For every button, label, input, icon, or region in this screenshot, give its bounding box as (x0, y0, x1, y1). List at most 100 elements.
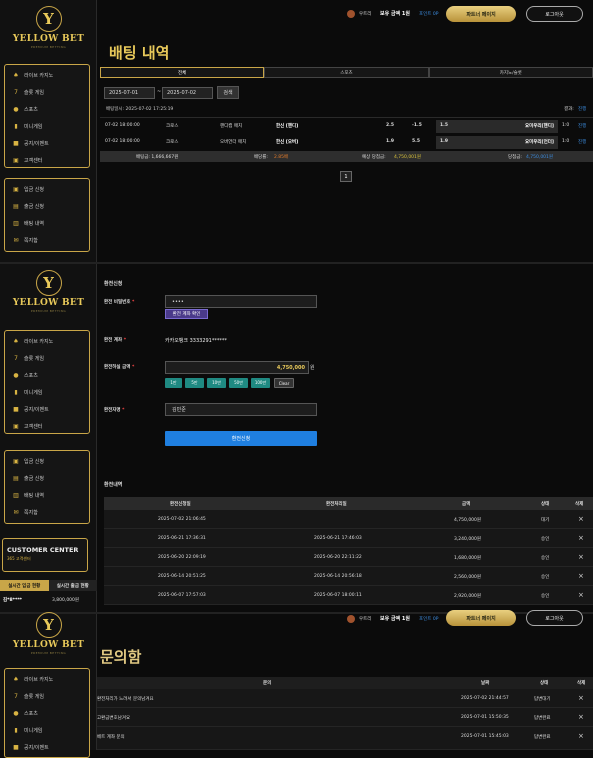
live-withdraw-tab[interactable]: 실시간 출금 현황 (48, 580, 97, 591)
chip-50k[interactable]: 5만 (185, 378, 204, 388)
menu-item-sports[interactable]: ● 스포츠 (5, 367, 89, 384)
ball-icon: ● (13, 106, 19, 113)
logo[interactable]: Y YELLOW BET PREMIUM BETTING (0, 6, 97, 49)
page-title-betting: 배팅 내역 (109, 44, 170, 62)
points[interactable]: 포인트 0P (419, 11, 438, 17)
gift-icon: ■ (13, 140, 19, 147)
account-menu-2: ▣ 입금 신청 ▤ 출금 신청 ▥ 배팅 내역 ✉ 쪽지함 (4, 450, 90, 524)
customer-center-banner[interactable]: CUSTOMER CENTER 365 고객센터 (2, 538, 88, 572)
table-row: 2025-06-07 17:57:03 2025-06-07 18:00:11 … (104, 586, 593, 605)
list-icon: ▥ (13, 220, 19, 227)
search-button[interactable]: 검색 (217, 86, 239, 99)
check-account-button[interactable]: 환전 계좌 확인 (165, 309, 208, 319)
submit-withdraw-button[interactable]: 환전신청 (165, 431, 317, 446)
live-deposit-tab[interactable]: 실시간 입금 현황 (0, 580, 49, 591)
date-to-input[interactable]: 2025-07-02 (162, 87, 213, 99)
logo-tagline: PREMIUM BETTING (30, 651, 67, 655)
spade-icon: ♠ (13, 72, 19, 79)
menu-item-messages[interactable]: ✉ 쪽지함 (5, 504, 89, 521)
name-label: 환전자명 * (104, 408, 125, 413)
menu-item-deposit[interactable]: ▣ 입금 신청 (5, 181, 89, 198)
menu-item-minigame[interactable]: ▮ 미니게임 (5, 384, 89, 401)
partner-page-button[interactable]: 파트너 페이지 (446, 610, 516, 626)
menu-item-live-casino[interactable]: ♠ 라이브 카지노 (5, 671, 89, 688)
chip-100k[interactable]: 10만 (207, 378, 226, 388)
menu-item-minigame[interactable]: ▮ 미니게임 (5, 118, 89, 135)
menu-item-withdraw[interactable]: ▤ 출금 신청 (5, 470, 89, 487)
amount-unit: 원 (310, 365, 315, 371)
logo[interactable]: Y YELLOW BET PREMIUM BETTING (0, 270, 97, 313)
chart-icon: ▮ (14, 727, 18, 734)
top-bar-1: 우트리 보유 금액 1원 포인트 0P 파트너 페이지 로그아웃 (97, 0, 593, 28)
result-label: 결과: (564, 107, 574, 112)
pagination-page-1[interactable]: 1 (340, 171, 352, 182)
logout-button[interactable]: 로그아웃 (526, 6, 583, 22)
menu-item-live-casino[interactable]: ♠ 라이브 카지노 (5, 333, 89, 350)
bet-time: 배팅일시: 2025-07-02 17:25:19 (106, 107, 174, 112)
menu-item-minigame[interactable]: ▮ 미니게임 (5, 722, 89, 739)
account-menu-1: ▣ 입금 신청 ▤ 출금 신청 ▥ 배팅 내역 ✉ 쪽지함 (4, 178, 90, 252)
tab-all[interactable]: 전체 (100, 67, 265, 78)
menu-item-sports[interactable]: ● 스포츠 (5, 705, 89, 722)
points[interactable]: 포인트 0P (419, 616, 438, 622)
table-row[interactable]: 고환금변호남겨요 2025-07-01 15:50:35 답변완료 × (97, 708, 593, 727)
menu-item-bet-history[interactable]: ▥ 배팅 내역 (5, 215, 89, 232)
menu-item-support[interactable]: ▣ 고객센터 (5, 152, 89, 169)
delete-icon[interactable]: × (578, 515, 584, 523)
partner-page-button[interactable]: 파트너 페이지 (446, 6, 516, 22)
tab-casino-slot[interactable]: 카지노/슬롯 (428, 67, 593, 78)
date-from-input[interactable]: 2025-07-01 (104, 87, 155, 99)
spade-icon: ♠ (13, 338, 19, 345)
cash-icon: ▤ (13, 203, 19, 210)
main-menu-1: ♠ 라이브 카지노 7 슬롯 게임 ● 스포츠 ▮ 미니게임 ■ 공지/이벤트 ▣ 고객센터 (4, 64, 90, 168)
top-bar-3: 우트리 보유 금액 1원 포인트 0P 파트너 페이지 로그아웃 (97, 610, 593, 628)
account-label: 환전 계좌 * (104, 338, 127, 343)
menu-item-support[interactable]: ▣ 고객센터 (5, 418, 89, 435)
menu-item-bet-history[interactable]: ▥ 배팅 내역 (5, 487, 89, 504)
menu-item-notice[interactable]: ■ 공지/이벤트 (5, 135, 89, 152)
seven-icon: 7 (14, 89, 18, 96)
wallet-icon: ▣ (13, 186, 19, 193)
logo-emblem: Y (35, 612, 62, 638)
expected-value: 4,750,001원 (394, 155, 422, 160)
delete-icon[interactable]: × (578, 572, 584, 580)
menu-item-notice[interactable]: ■ 공지/이벤트 (5, 401, 89, 418)
chip-1m[interactable]: 100만 (251, 378, 270, 388)
menu-item-withdraw[interactable]: ▤ 출금 신청 (5, 198, 89, 215)
chip-clear[interactable]: Clear (274, 378, 294, 388)
delete-icon[interactable]: × (578, 713, 584, 721)
delete-icon[interactable]: × (578, 534, 584, 542)
menu-item-messages[interactable]: ✉ 쪽지함 (5, 232, 89, 249)
delete-icon[interactable]: × (578, 591, 584, 599)
table-row[interactable]: 베트 계좌 문의 2025-07-01 15:45:03 답변완료 × (97, 727, 593, 750)
password-input[interactable]: •••• (165, 295, 317, 308)
menu-item-notice[interactable]: ■ 공지/이벤트 (5, 739, 89, 756)
chip-10k[interactable]: 1만 (165, 378, 182, 388)
chip-500k[interactable]: 50만 (229, 378, 248, 388)
delete-icon[interactable]: × (578, 732, 584, 740)
table-row: 2025-06-14 20:51:25 2025-06-14 20:56:18 … (104, 567, 593, 586)
logo[interactable]: Y YELLOW BET PREMIUM BETTING (0, 612, 97, 655)
delete-icon[interactable]: × (578, 694, 584, 702)
logout-button[interactable]: 로그아웃 (526, 610, 583, 626)
wallet-icon: ▣ (13, 458, 19, 465)
win-value: 4,750,001원 (526, 155, 554, 160)
bet-tabs: 전체 스포츠 카지노/슬롯 (100, 67, 593, 78)
menu-item-slot[interactable]: 7 슬롯 게임 (5, 84, 89, 101)
menu-item-sports[interactable]: ● 스포츠 (5, 101, 89, 118)
live-row-name: 김*8**** (3, 598, 23, 603)
balance: 보유 금액 1원 (380, 11, 410, 17)
menu-item-slot[interactable]: 7 슬롯 게임 (5, 350, 89, 367)
menu-item-slot[interactable]: 7 슬롯 게임 (5, 688, 89, 705)
amount-input[interactable]: 4,750,000 (165, 361, 309, 374)
menu-item-deposit[interactable]: ▣ 입금 신청 (5, 453, 89, 470)
menu-item-live-casino[interactable]: ♠ 라이브 카지노 (5, 67, 89, 84)
page-title-inquiry: 문의함 (100, 648, 142, 666)
table-row[interactable]: 환전처리가 느려서 문의남겨요 2025-07-02 21:44:57 답변대기… (97, 689, 593, 708)
delete-icon[interactable]: × (578, 553, 584, 561)
coin-icon (347, 10, 355, 18)
name-input[interactable]: 김민준 (165, 403, 317, 416)
chart-icon: ▮ (14, 123, 18, 130)
bet-amount: 배팅금: 1,666,667원 (136, 155, 179, 160)
tab-sports[interactable]: 스포츠 (264, 67, 429, 78)
